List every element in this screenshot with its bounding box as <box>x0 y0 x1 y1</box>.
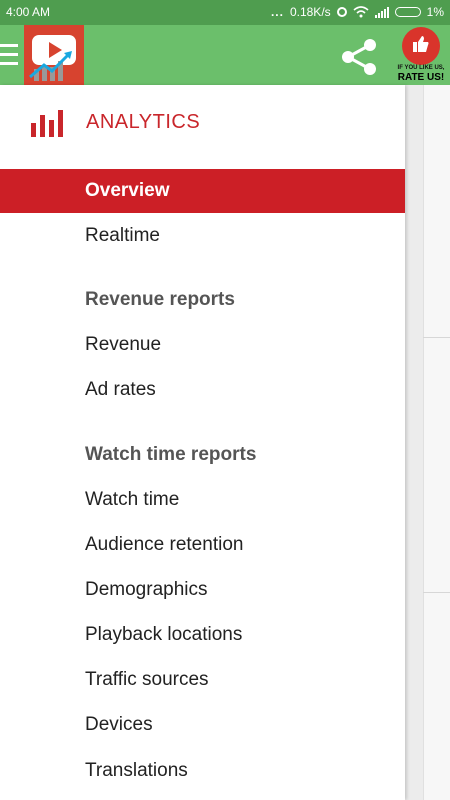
section-header-watch-time-reports: Watch time reports <box>85 444 257 465</box>
background-card <box>423 85 450 800</box>
rate-us-label: RATE US! <box>397 72 445 83</box>
card-divider <box>423 592 450 593</box>
drawer-item-translations[interactable]: Translations <box>0 749 405 793</box>
share-icon[interactable] <box>338 35 382 79</box>
battery-icon <box>394 7 421 17</box>
content-scrim[interactable] <box>405 85 450 800</box>
card-divider <box>423 337 450 338</box>
drawer-header: ANALYTICS <box>0 105 405 145</box>
drawer-item-overview[interactable]: Overview <box>0 169 405 213</box>
rate-us-caption: IF YOU LIKE US, <box>397 65 445 71</box>
drawer-item-revenue[interactable]: Revenue <box>0 323 405 367</box>
status-bar: 4:00 AM ... 0.18K/s 1% <box>0 0 450 25</box>
network-speed: 0.18K/s <box>289 5 331 19</box>
app-bar: IF YOU LIKE US, RATE US! <box>0 25 450 85</box>
alarm-icon <box>336 7 347 17</box>
status-dots: ... <box>270 5 284 19</box>
battery-level: 1% <box>426 5 444 19</box>
bar-chart-icon <box>31 107 67 137</box>
navigation-drawer: ANALYTICS Overview Realtime Revenue report… <box>0 85 405 800</box>
drawer-item-devices[interactable]: Devices <box>0 703 405 747</box>
drawer-item-ad-rates[interactable]: Ad rates <box>0 368 405 412</box>
hamburger-icon[interactable] <box>0 44 18 66</box>
drawer-item-realtime[interactable]: Realtime <box>0 214 405 258</box>
drawer-item-traffic-sources[interactable]: Traffic sources <box>0 658 405 702</box>
section-header-revenue-reports: Revenue reports <box>85 289 235 310</box>
signal-icon <box>374 6 389 18</box>
thumbs-up-icon <box>413 36 429 52</box>
drawer-item-audience-retention[interactable]: Audience retention <box>0 523 405 567</box>
logo-graphic <box>29 35 76 81</box>
drawer-item-demographics[interactable]: Demographics <box>0 568 405 612</box>
drawer-item-playback-locations[interactable]: Playback locations <box>0 613 405 657</box>
rate-us-button[interactable]: IF YOU LIKE US, RATE US! <box>392 25 450 85</box>
status-icons: ... 0.18K/s 1% <box>271 5 444 19</box>
wifi-icon <box>353 6 369 18</box>
app-logo-icon <box>24 25 84 85</box>
drawer-item-watch-time[interactable]: Watch time <box>0 478 405 522</box>
status-time: 4:00 AM <box>6 5 51 19</box>
drawer-title: ANALYTICS <box>86 111 201 133</box>
